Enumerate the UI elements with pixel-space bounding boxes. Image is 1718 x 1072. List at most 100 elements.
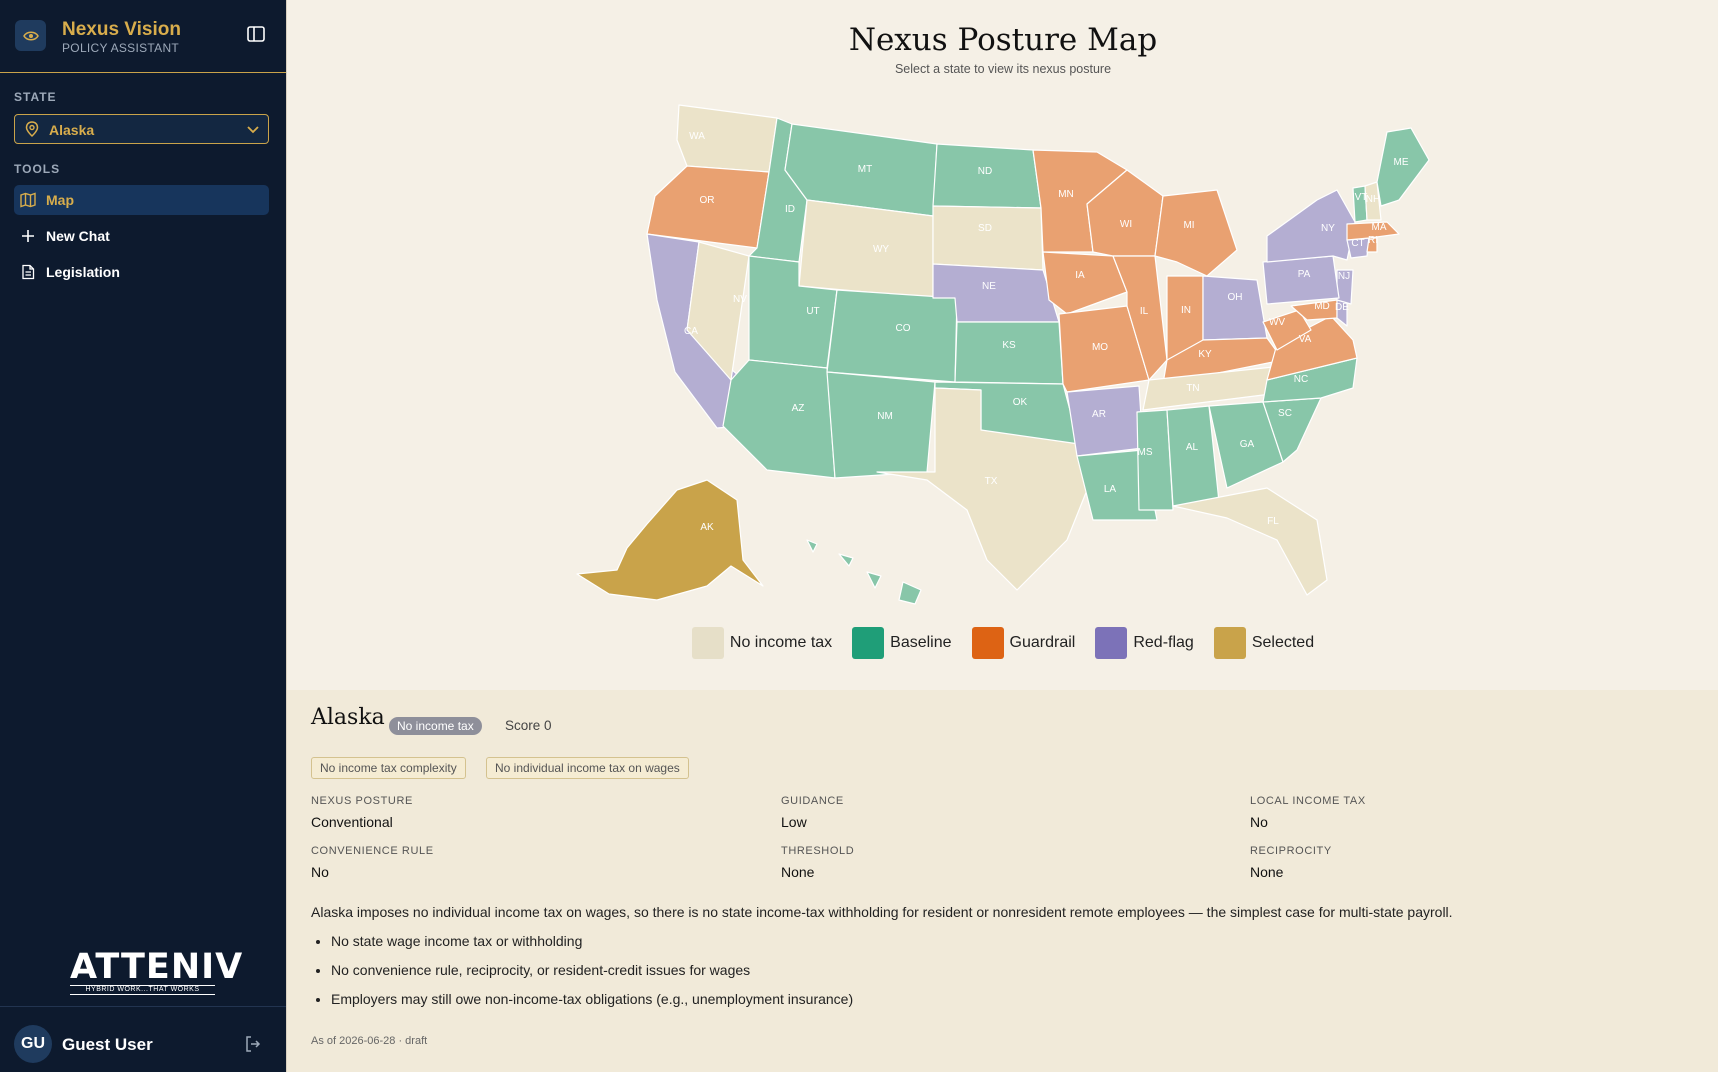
state-co[interactable] (826, 289, 958, 383)
state-label-nv: NV (733, 294, 747, 305)
state-label-co: CO (896, 323, 911, 334)
state-select[interactable]: Alaska (14, 114, 269, 144)
state-label-tx: TX (985, 476, 998, 487)
state-label-va: VA (1299, 334, 1312, 345)
legend-item-selected: Selected (1213, 627, 1314, 659)
state-label-mt: MT (858, 164, 872, 175)
logout-icon[interactable] (244, 1035, 262, 1053)
state-fl[interactable] (1172, 487, 1328, 596)
state-sd[interactable] (932, 205, 1044, 271)
field-value: Low (781, 814, 807, 830)
score-text: Score 0 (505, 718, 552, 733)
state-label-nj: NJ (1338, 271, 1350, 282)
field-label: NEXUS POSTURE (311, 795, 413, 807)
field-value: Conventional (311, 814, 393, 830)
state-ia[interactable] (1042, 251, 1128, 315)
user-name: Guest User (62, 1035, 153, 1054)
state-or[interactable] (646, 165, 770, 249)
legend-swatch (1095, 627, 1128, 659)
state-label-ky: KY (1198, 349, 1212, 360)
state-label-ny: NY (1321, 223, 1335, 234)
sidebar-item-legislation[interactable]: Legislation (14, 257, 269, 287)
map-legend: No income tax Baseline Guardrail Red-fla… (287, 627, 1718, 659)
state-ak[interactable] (576, 479, 764, 601)
state-label-nc: NC (1294, 374, 1308, 385)
state-nm[interactable] (826, 371, 936, 479)
state-label-ar: AR (1092, 409, 1106, 420)
tools-section-label: TOOLS (14, 162, 61, 176)
field-value: None (781, 864, 815, 880)
state-pa[interactable] (1262, 255, 1340, 305)
sidebar-item-label: New Chat (46, 228, 110, 244)
legend-item-red-flag: Red-flag (1095, 627, 1194, 659)
state-label-wi: WI (1120, 219, 1132, 230)
sidebar-item-new-chat[interactable]: New Chat (14, 221, 269, 251)
state-label-nd: ND (978, 166, 992, 177)
state-ar[interactable] (1066, 385, 1144, 457)
state-label-ok: OK (1013, 397, 1028, 408)
state-label-mi: MI (1183, 220, 1194, 231)
state-label-de: DE (1335, 302, 1349, 313)
state-label-al: AL (1186, 442, 1199, 453)
legend-item-baseline: Baseline (852, 627, 952, 659)
details-state-name: Alaska (311, 705, 385, 730)
map-pin-icon (25, 121, 39, 142)
detail-bullets: No state wage income tax or withholding … (331, 932, 853, 1019)
state-label-sd: SD (978, 223, 992, 234)
chevron-down-icon (246, 123, 260, 141)
field-value: None (1250, 864, 1284, 880)
state-wy[interactable] (798, 199, 934, 299)
state-label-tn: TN (1186, 383, 1199, 394)
state-hi[interactable] (806, 539, 922, 605)
state-description: Alaska imposes no individual income tax … (311, 904, 1453, 920)
state-label-md: MD (1314, 301, 1330, 312)
legend-item-guardrail: Guardrail (971, 627, 1075, 659)
map-icon (20, 192, 36, 208)
state-section-label: STATE (14, 90, 57, 104)
legend-swatch (971, 627, 1004, 659)
document-icon (20, 264, 36, 280)
state-ks[interactable] (954, 321, 1064, 385)
map-panel: Nexus Posture Map Select a state to view… (286, 0, 1718, 690)
field-label: THRESHOLD (781, 845, 855, 857)
posture-badge: No income tax (389, 717, 482, 735)
state-label-ks: KS (1002, 340, 1016, 351)
state-label-fl: FL (1267, 516, 1279, 527)
state-label-me: ME (1394, 157, 1409, 168)
logo-tagline: HYBRID WORK...THAT WORKS (70, 985, 215, 995)
state-label-nh: NH (1366, 194, 1380, 205)
brand-header: Nexus Vision POLICY ASSISTANT (0, 0, 286, 73)
sidebar-item-label: Legislation (46, 264, 120, 280)
state-label-mn: MN (1058, 189, 1074, 200)
state-label-la: LA (1104, 484, 1117, 495)
field-label: GUIDANCE (781, 795, 844, 807)
state-label-az: AZ (792, 403, 805, 414)
state-label-wv: WV (1269, 317, 1285, 328)
legend-swatch (852, 627, 885, 659)
avatar[interactable]: GU (14, 1025, 52, 1063)
plus-icon (20, 228, 36, 244)
atteniv-logo: ATTENIV HYBRID WORK...THAT WORKS (70, 948, 242, 996)
field-label: CONVENIENCE RULE (311, 845, 434, 857)
state-al[interactable] (1166, 405, 1220, 507)
eye-icon (15, 20, 46, 51)
state-label-wy: WY (873, 244, 889, 255)
tag-chip: No individual income tax on wages (486, 757, 689, 779)
state-ny[interactable] (1266, 189, 1356, 263)
sidebar-item-map[interactable]: Map (14, 185, 269, 215)
legend-item-no-income-tax: No income tax (691, 627, 832, 659)
state-label-ga: GA (1240, 439, 1255, 450)
field-value: No (311, 864, 329, 880)
state-label-or: OR (700, 195, 715, 206)
state-label-ct: CT (1351, 238, 1364, 249)
list-item: Employers may still owe non-income-tax o… (331, 990, 853, 1019)
sidebar-toggle-icon[interactable] (246, 24, 268, 46)
state-az[interactable] (722, 359, 836, 479)
state-oh[interactable] (1202, 275, 1268, 341)
us-map: WA OR CA ID NV MT WY UT AZ CO NM ND SD NE KS OK TX MN IA MO… (576, 104, 1430, 605)
state-label-ri: RI (1368, 235, 1378, 246)
state-label-oh: OH (1228, 292, 1243, 303)
state-label-ma: MA (1372, 222, 1387, 233)
state-label-in: IN (1181, 305, 1191, 316)
state-mi[interactable] (1154, 189, 1238, 277)
